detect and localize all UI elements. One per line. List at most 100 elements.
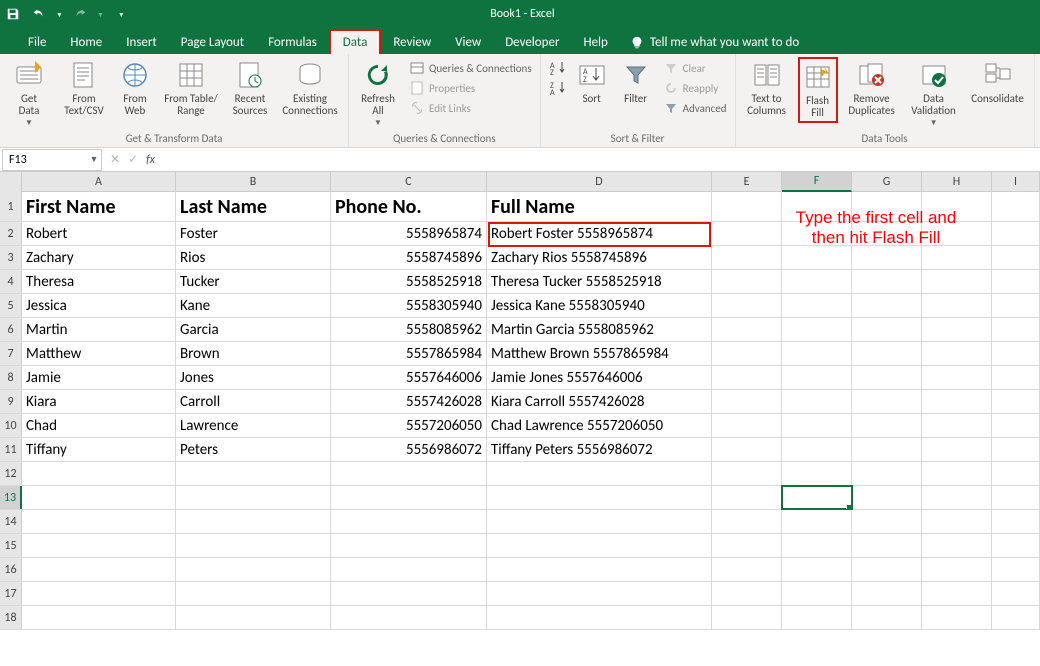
cell[interactable] <box>712 534 782 557</box>
cell[interactable]: Lawrence <box>176 414 331 437</box>
cell[interactable] <box>782 342 852 365</box>
cell[interactable]: Theresa <box>22 270 176 293</box>
cell[interactable] <box>992 486 1040 509</box>
row-header[interactable]: 8 <box>0 366 22 389</box>
cell[interactable] <box>992 342 1040 365</box>
flash-fill-button[interactable]: Flash Fill <box>798 57 838 123</box>
row-header[interactable]: 2 <box>0 222 22 245</box>
cell[interactable] <box>712 462 782 485</box>
cell[interactable]: 5558085962 <box>331 318 487 341</box>
cell[interactable]: Jamie <box>22 366 176 389</box>
cell[interactable]: Matthew <box>22 342 176 365</box>
cell[interactable] <box>992 414 1040 437</box>
cell[interactable] <box>487 486 712 509</box>
cell[interactable] <box>992 606 1040 629</box>
cell[interactable]: 5558305940 <box>331 294 487 317</box>
cell[interactable] <box>487 510 712 533</box>
cell[interactable] <box>176 486 331 509</box>
cell[interactable]: Tucker <box>176 270 331 293</box>
cell[interactable] <box>176 534 331 557</box>
cell[interactable] <box>782 606 852 629</box>
cell[interactable]: Peters <box>176 438 331 461</box>
cell[interactable] <box>176 558 331 581</box>
cell[interactable] <box>922 390 992 413</box>
cell[interactable] <box>992 558 1040 581</box>
cell[interactable] <box>331 582 487 605</box>
enter-icon[interactable]: ✓ <box>128 152 138 167</box>
cell[interactable]: Jamie Jones 5557646006 <box>487 366 712 389</box>
cell[interactable] <box>22 510 176 533</box>
sort-asc-button[interactable]: AZ <box>547 59 567 77</box>
cell[interactable]: 5558965874 <box>331 222 487 245</box>
cell[interactable] <box>922 486 992 509</box>
cell[interactable] <box>782 246 852 269</box>
cell[interactable] <box>852 390 922 413</box>
row-header[interactable]: 3 <box>0 246 22 269</box>
cell[interactable]: 5557426028 <box>331 390 487 413</box>
cell[interactable] <box>712 438 782 461</box>
cell[interactable] <box>712 270 782 293</box>
cell[interactable] <box>852 366 922 389</box>
cell[interactable] <box>331 462 487 485</box>
redo-dropdown-icon[interactable]: ▼ <box>95 10 106 19</box>
col-header[interactable]: I <box>992 172 1040 191</box>
cell[interactable]: Martin <box>22 318 176 341</box>
cell[interactable] <box>992 582 1040 605</box>
cell[interactable] <box>992 534 1040 557</box>
row-header[interactable]: 10 <box>0 414 22 437</box>
cell[interactable] <box>782 414 852 437</box>
text-to-columns-button[interactable]: Text to Columns <box>742 57 792 117</box>
cell[interactable]: 5557206050 <box>331 414 487 437</box>
cell[interactable] <box>331 606 487 629</box>
cell[interactable]: 5558745896 <box>331 246 487 269</box>
row-header[interactable]: 15 <box>0 534 22 557</box>
undo-icon[interactable] <box>28 3 50 25</box>
cell[interactable] <box>487 534 712 557</box>
cell[interactable] <box>992 366 1040 389</box>
cell[interactable]: Kiara <box>22 390 176 413</box>
qat-customize-icon[interactable]: ▼ <box>116 10 127 19</box>
cell[interactable] <box>852 270 922 293</box>
cell[interactable] <box>22 534 176 557</box>
cell[interactable] <box>852 438 922 461</box>
cell[interactable] <box>176 606 331 629</box>
cell[interactable] <box>712 294 782 317</box>
cell[interactable]: Jones <box>176 366 331 389</box>
cell[interactable] <box>852 318 922 341</box>
cell[interactable]: Theresa Tucker 5558525918 <box>487 270 712 293</box>
cell[interactable]: Carroll <box>176 390 331 413</box>
cell[interactable] <box>852 558 922 581</box>
sort-desc-button[interactable]: ZA <box>547 79 567 97</box>
from-web-button[interactable]: From Web <box>116 57 154 117</box>
cell[interactable] <box>487 558 712 581</box>
cell[interactable] <box>712 558 782 581</box>
row-header[interactable]: 17 <box>0 582 22 605</box>
data-validation-button[interactable]: Data Validation▼ <box>906 57 962 128</box>
cell[interactable] <box>992 390 1040 413</box>
row-header[interactable]: 12 <box>0 462 22 485</box>
tab-data[interactable]: Data <box>329 29 382 54</box>
cell[interactable] <box>922 582 992 605</box>
cell[interactable] <box>852 246 922 269</box>
reapply-button[interactable]: Reapply <box>661 79 729 97</box>
cell[interactable] <box>712 318 782 341</box>
tab-file[interactable]: File <box>16 31 58 54</box>
cell[interactable] <box>331 486 487 509</box>
row-header[interactable]: 11 <box>0 438 22 461</box>
get-data-button[interactable]: Get Data▼ <box>6 57 52 128</box>
cell[interactable]: 5557646006 <box>331 366 487 389</box>
cell[interactable] <box>22 558 176 581</box>
cell[interactable] <box>992 270 1040 293</box>
cancel-icon[interactable]: ✕ <box>110 152 120 167</box>
cell[interactable] <box>852 462 922 485</box>
cell[interactable] <box>712 510 782 533</box>
cell[interactable] <box>782 366 852 389</box>
cell[interactable] <box>176 582 331 605</box>
cell[interactable] <box>712 342 782 365</box>
cell[interactable] <box>992 246 1040 269</box>
cell[interactable] <box>782 318 852 341</box>
cell[interactable] <box>992 510 1040 533</box>
cell[interactable] <box>992 438 1040 461</box>
cell[interactable] <box>852 342 922 365</box>
cell[interactable]: Tiffany <box>22 438 176 461</box>
